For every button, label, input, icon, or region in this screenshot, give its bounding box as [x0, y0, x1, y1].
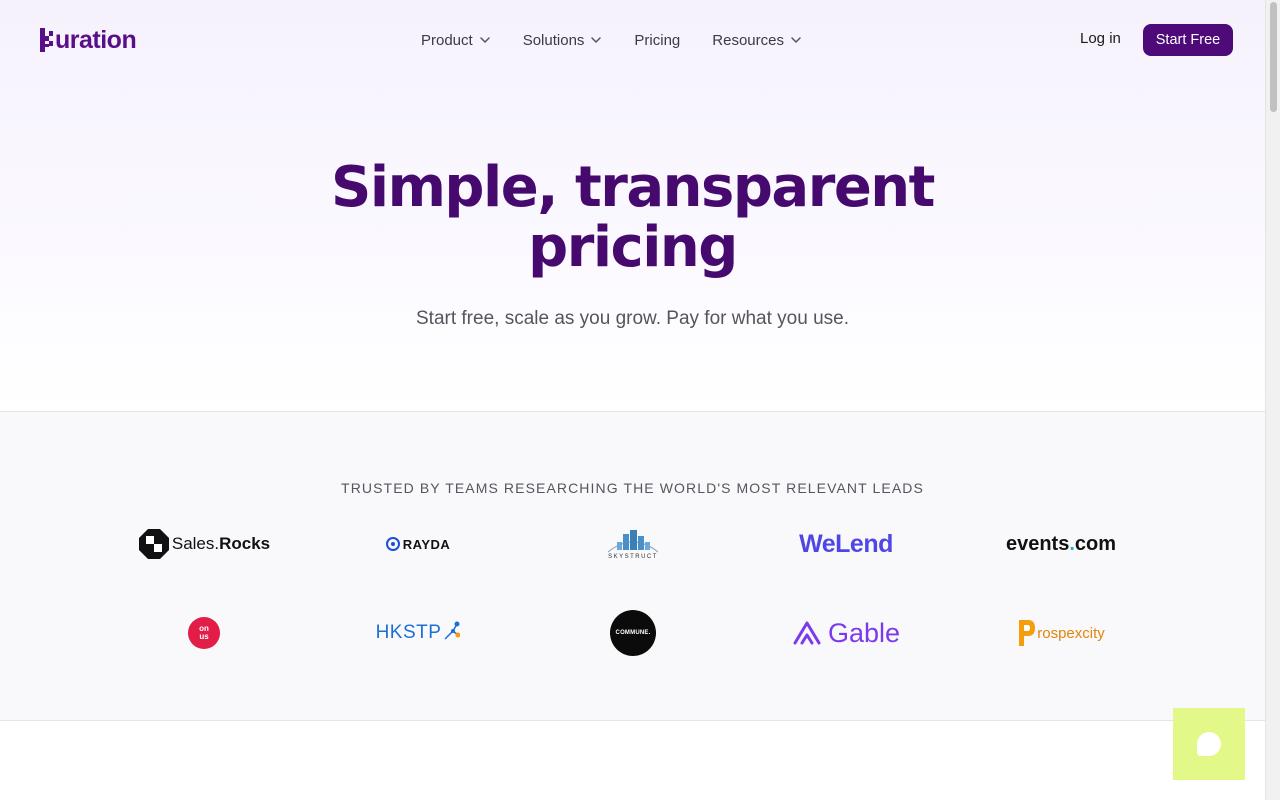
chevron-down-icon	[591, 37, 602, 43]
hero-section: uration Product Solutions Pricing Resour…	[0, 0, 1265, 412]
menu-resources-label: Resources	[712, 31, 784, 49]
events-part-c: com	[1074, 532, 1117, 555]
commune-badge-icon: COMMUNE.	[610, 610, 656, 656]
commune-text: COMMUNE.	[615, 630, 651, 636]
logo-rayda: RAYDA	[318, 519, 518, 569]
onus-text: on us	[199, 624, 209, 641]
menu-solutions-label: Solutions	[522, 31, 585, 49]
logo-gable: Gable	[746, 608, 946, 658]
logo-sales-rocks: Sales.Rocks	[104, 519, 304, 569]
login-link[interactable]: Log in	[1080, 30, 1121, 47]
trusted-heading: TRUSTED BY TEAMS RESEARCHING THE WORLD'S…	[341, 480, 924, 496]
page-title: Simple, transparent pricing	[0, 158, 1265, 278]
prospexcity-icon	[1019, 620, 1036, 646]
events-part-a: events	[1005, 532, 1070, 555]
sales-rocks-part-a: Sales.	[171, 534, 220, 553]
logo-welend: WeLend	[746, 519, 946, 569]
skystruct-text: SKYSTRUCT	[608, 554, 658, 560]
page-subtitle: Start free, scale as you grow. Pay for w…	[416, 308, 849, 329]
rayda-icon	[385, 537, 400, 551]
onus-badge-icon: on us	[188, 617, 220, 649]
prospexcity-text: rospexcity	[1037, 624, 1105, 642]
menu-pricing-label: Pricing	[634, 31, 681, 49]
logo-prospexcity: rospexcity	[961, 608, 1161, 658]
chat-bubble-icon	[1197, 732, 1221, 756]
menu-resources[interactable]: Resources	[712, 32, 802, 49]
logo-onus: on us	[104, 608, 304, 658]
logo-text: uration	[55, 25, 137, 54]
start-free-button[interactable]: Start Free	[1143, 24, 1233, 56]
menu-solutions[interactable]: Solutions	[523, 32, 603, 49]
page-scrollbar[interactable]	[1265, 0, 1280, 800]
sales-rocks-part-b: Rocks	[219, 534, 271, 553]
logo-events-com: events.com	[961, 519, 1161, 569]
menu-pricing[interactable]: Pricing	[634, 32, 680, 49]
main-menu: Product Solutions Pricing Resources	[421, 30, 834, 50]
menu-product-label: Product	[421, 31, 473, 49]
logo-commune: COMMUNE.	[533, 608, 733, 658]
chat-widget-button[interactable]	[1173, 708, 1245, 780]
hkstp-text: HKSTP	[375, 622, 442, 643]
trusted-logos-section: TRUSTED BY TEAMS RESEARCHING THE WORLD'S…	[0, 412, 1265, 721]
rayda-text: RAYDA	[402, 536, 451, 552]
hkstp-network-icon	[444, 621, 461, 640]
scrollbar-thumb[interactable]	[1270, 2, 1277, 112]
title-line-2: pricing	[528, 215, 738, 280]
logo-skystruct: SKYSTRUCT	[533, 519, 733, 569]
menu-product[interactable]: Product	[421, 32, 491, 49]
logo-mark-icon	[40, 28, 54, 52]
page: uration Product Solutions Pricing Resour…	[0, 0, 1265, 800]
welend-text: WeLend	[799, 529, 893, 558]
gable-icon	[793, 621, 821, 645]
chevron-down-icon	[791, 37, 801, 43]
logo-hkstp: HKSTP	[318, 608, 518, 658]
gable-text: Gable	[827, 617, 901, 648]
chevron-down-icon	[479, 37, 490, 43]
kuration-logo[interactable]: uration	[40, 25, 137, 54]
skystruct-icon	[607, 530, 659, 553]
title-line-1: Simple, transparent	[331, 155, 935, 220]
top-nav: uration Product Solutions Pricing Resour…	[0, 0, 1265, 80]
sales-rocks-icon	[138, 529, 169, 559]
